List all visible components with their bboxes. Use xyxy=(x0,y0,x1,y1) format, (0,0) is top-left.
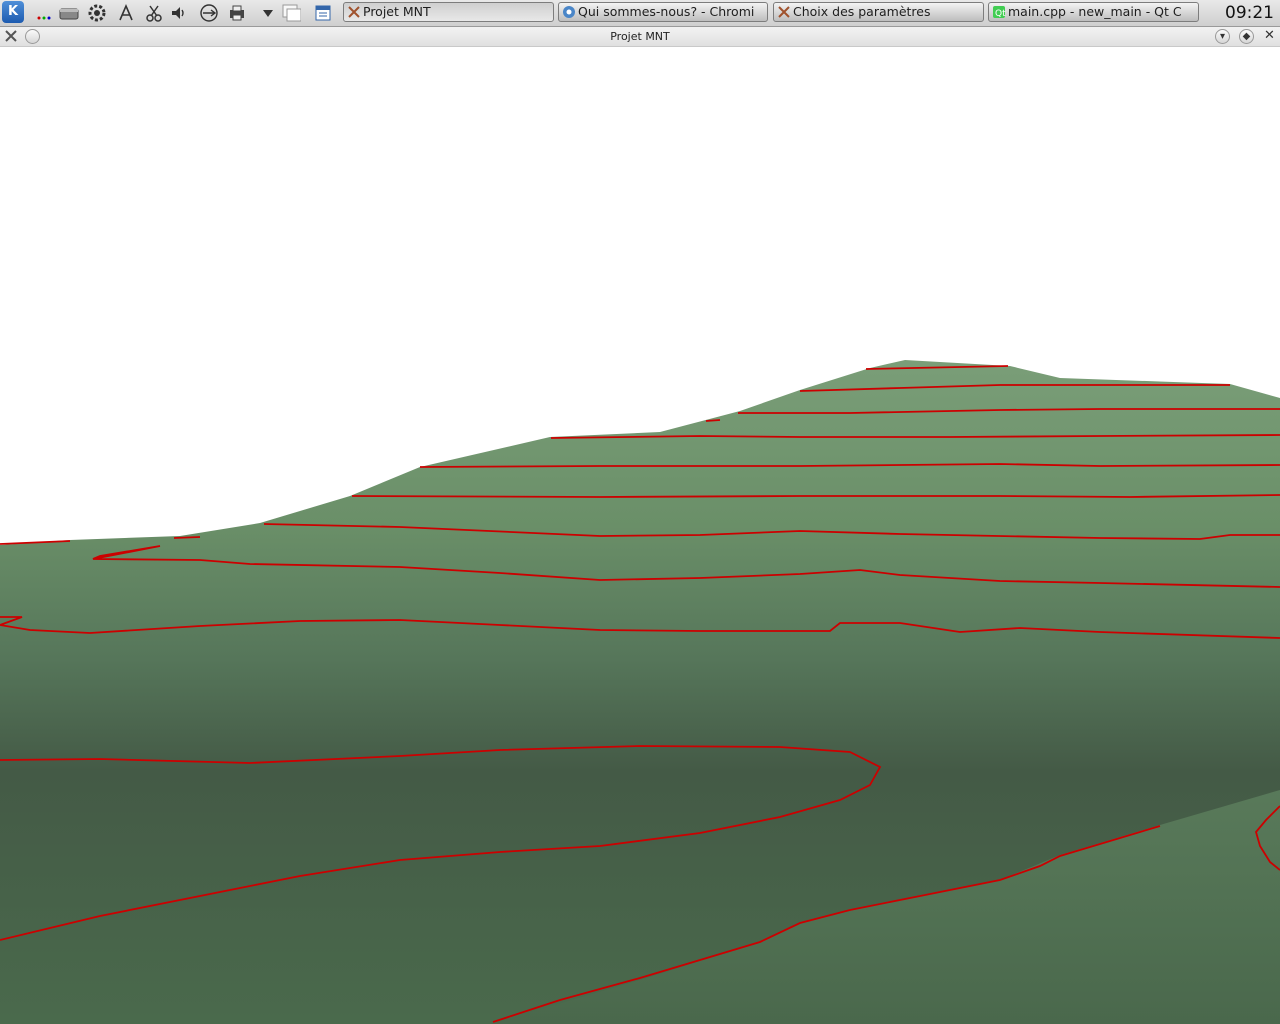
terrain-render[interactable] xyxy=(0,47,1280,1024)
windows-icon[interactable] xyxy=(281,3,301,23)
task-label: Choix des paramètres xyxy=(793,4,931,19)
maximize-icon[interactable]: ◆ xyxy=(1239,29,1254,44)
minimize-icon[interactable]: ▾ xyxy=(1215,29,1230,44)
close-icon[interactable]: ✕ xyxy=(1262,29,1277,44)
printer-icon[interactable] xyxy=(227,3,247,23)
task-qt-creator[interactable]: Qt main.cpp - new_main - Qt C xyxy=(988,2,1199,22)
window-titlebar[interactable]: Projet MNT ▾ ◆ ✕ xyxy=(0,27,1280,47)
task-label: Qui sommes-nous? - Chromi xyxy=(578,4,755,19)
network-icon[interactable] xyxy=(116,3,136,23)
task-label: main.cpp - new_main - Qt C xyxy=(1008,4,1182,19)
svg-text:Qt: Qt xyxy=(995,9,1006,19)
kde-menu-icon[interactable]: K xyxy=(2,1,24,23)
contour-line xyxy=(705,419,721,422)
chromium-icon xyxy=(562,5,576,19)
task-parametres[interactable]: Choix des paramètres xyxy=(773,2,984,22)
taskbar: K Projet MNT Qui sommes-nous? - Chromi C… xyxy=(0,0,1280,27)
task-chromium[interactable]: Qui sommes-nous? - Chromi xyxy=(558,2,768,22)
volume-icon[interactable] xyxy=(169,3,189,23)
task-label: Projet MNT xyxy=(363,4,431,19)
more-dots-icon[interactable] xyxy=(34,3,54,23)
usb-icon[interactable] xyxy=(198,3,218,23)
window-title: Projet MNT xyxy=(610,30,670,43)
scissors-icon[interactable] xyxy=(144,3,164,23)
contour-line xyxy=(173,536,201,539)
dropdown-arrow-icon[interactable] xyxy=(258,3,278,23)
xray-app-icon xyxy=(347,5,361,19)
drive-icon[interactable] xyxy=(59,3,79,23)
settings-icon[interactable] xyxy=(87,3,107,23)
xray-app-icon xyxy=(777,5,791,19)
qt-creator-icon: Qt xyxy=(992,5,1006,19)
terrain-viewport[interactable] xyxy=(0,47,1280,1024)
clock[interactable]: 09:21 xyxy=(1225,1,1274,25)
calendar-icon[interactable] xyxy=(313,3,333,23)
task-projet-mnt[interactable]: Projet MNT xyxy=(343,2,554,22)
